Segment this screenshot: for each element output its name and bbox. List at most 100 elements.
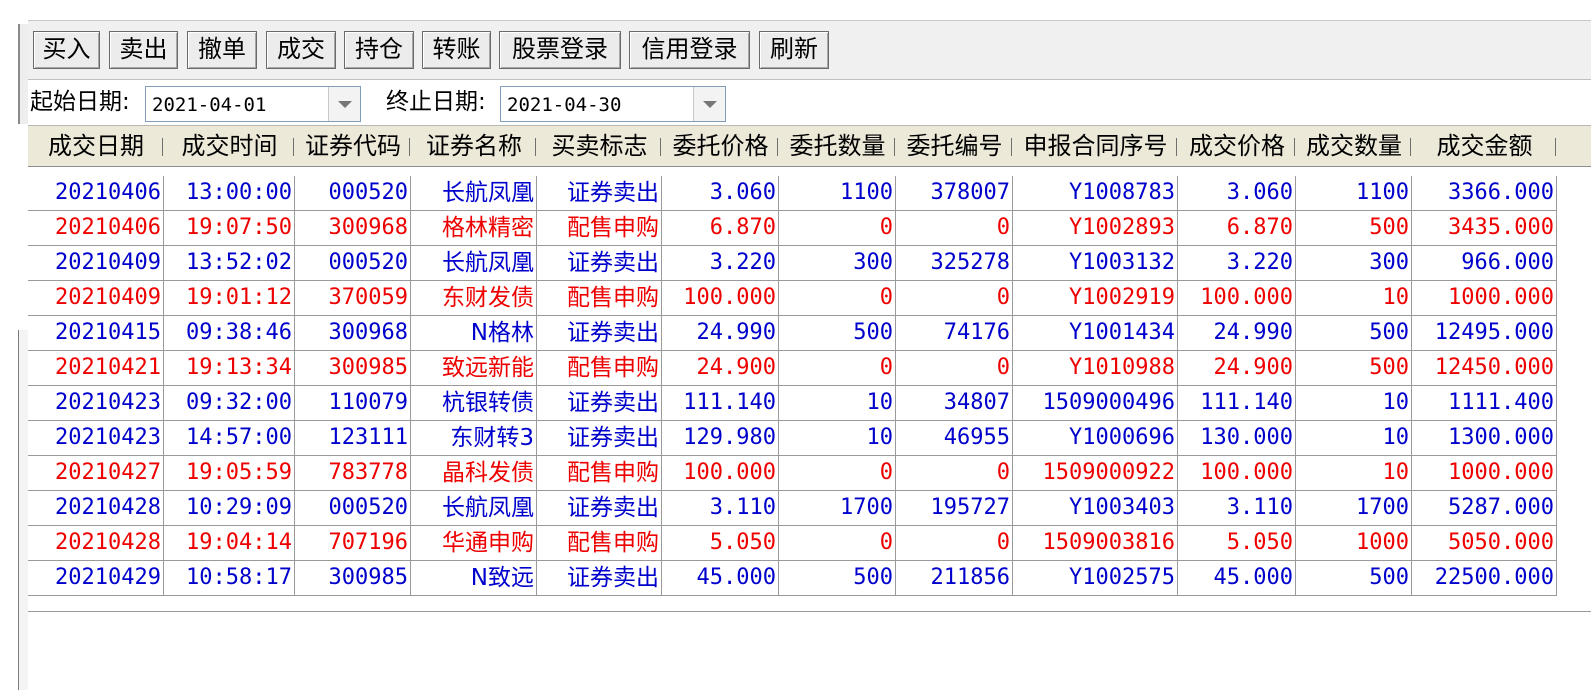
table-cell: 0 [896,456,1013,491]
start-date-label: 起始日期: [30,89,130,115]
column-header[interactable]: 委托编号 [896,126,1013,166]
column-header[interactable]: 成交金额 [1412,126,1557,166]
table-cell: 211856 [896,561,1013,596]
column-header[interactable]: 证券名称 [411,126,537,166]
table-row[interactable]: 20210427 19:05:59 783778 晶科发债 配售申购 100.000 0 0 1… [28,456,1591,491]
table-cell: 1509000496 [1013,386,1178,421]
table-cell: Y1008783 [1013,176,1178,211]
table-row[interactable]: 20210423 14:57:00 123111 东财转3 证券卖出 129.980 10 4… [28,421,1591,456]
table-row[interactable]: 20210429 10:58:17 300985 N致远 证券卖出 45.000 500 21… [28,561,1591,596]
column-header[interactable]: 委托价格 [662,126,779,166]
table-cell: 500 [1296,211,1412,246]
table-row[interactable]: 20210428 19:04:14 707196 华通申购 配售申购 5.050 0 0 150… [28,526,1591,561]
table-row[interactable]: 20210406 19:07:50 300968 格林精密 配售申购 6.870 0 0 Y10… [28,211,1591,246]
table-cell: 1509000922 [1013,456,1178,491]
table-cell: 1100 [779,176,896,211]
table-row[interactable]: 20210421 19:13:34 300985 致远新能 配售申购 24.900 0 0 Y1… [28,351,1591,386]
table-cell: 3.110 [1178,491,1296,526]
table-cell: 杭银转债 [411,386,537,421]
column-header[interactable]: 成交日期 [28,126,164,166]
table-cell: 20210423 [28,386,164,421]
end-date-picker[interactable]: 2021-04-30 [500,86,726,122]
table-cell: 13:00:00 [164,176,295,211]
table-cell: 6.870 [662,211,779,246]
table-cell: 配售申购 [537,281,662,316]
positions-button[interactable]: 持仓 [344,31,414,69]
table-cell: 20210423 [28,421,164,456]
toolbar: 买入 卖出 撤单 成交 持仓 转账 股票登录 信用登录 刷新 [28,21,1591,79]
table-cell: 14:57:00 [164,421,295,456]
table-cell: 0 [779,456,896,491]
table-cell: 000520 [295,246,411,281]
chevron-down-icon[interactable] [693,87,725,121]
table-cell: 3.060 [662,176,779,211]
column-header[interactable]: 买卖标志 [537,126,662,166]
credit-login-button[interactable]: 信用登录 [629,31,750,69]
table-row[interactable]: 20210406 13:00:00 000520 长航凤凰 证券卖出 3.060 1100 3… [28,176,1591,211]
table-cell: 0 [896,351,1013,386]
table-cell: 3366.000 [1412,176,1557,211]
table-cell: 5.050 [662,526,779,561]
table-cell: Y1002575 [1013,561,1178,596]
table-cell: Y1002893 [1013,211,1178,246]
table-cell: 长航凤凰 [411,176,537,211]
table-cell: 111.140 [662,386,779,421]
column-header[interactable]: 申报合同序号 [1013,126,1178,166]
table-cell: 74176 [896,316,1013,351]
table-cell: 10 [779,386,896,421]
table-cell: 12450.000 [1412,351,1557,386]
table-row[interactable]: 20210423 09:32:00 110079 杭银转债 证券卖出 111.140 10 3… [28,386,1591,421]
table-cell: 19:07:50 [164,211,295,246]
column-header[interactable]: 成交数量 [1296,126,1412,166]
table-cell: 500 [779,316,896,351]
table-cell: 22500.000 [1412,561,1557,596]
table-row[interactable]: 20210409 13:52:02 000520 长航凤凰 证券卖出 3.220 300 32… [28,246,1591,281]
table-cell: 500 [779,561,896,596]
table-cell: 20210406 [28,211,164,246]
table-cell: 3.220 [1178,246,1296,281]
column-header[interactable]: 成交价格 [1178,126,1296,166]
table-cell: 378007 [896,176,1013,211]
table-cell: 配售申购 [537,211,662,246]
column-header[interactable]: 证券代码 [295,126,411,166]
table-cell: 致远新能 [411,351,537,386]
end-date-value: 2021-04-30 [507,94,622,116]
table-cell: 24.990 [1178,316,1296,351]
table-cell: 325278 [896,246,1013,281]
cancel-order-button[interactable]: 撤单 [187,31,257,69]
table-cell: 19:04:14 [164,526,295,561]
table-cell: Y1002919 [1013,281,1178,316]
buy-button[interactable]: 买入 [33,31,100,69]
table-cell: 长航凤凰 [411,246,537,281]
table-row[interactable]: 20210415 09:38:46 300968 N格林 证券卖出 24.990 500 74… [28,316,1591,351]
sell-button[interactable]: 卖出 [109,31,178,69]
table-cell: N致远 [411,561,537,596]
stock-login-button[interactable]: 股票登录 [499,31,621,69]
table-cell: 证券卖出 [537,316,662,351]
table-cell: 09:32:00 [164,386,295,421]
table-cell: 1700 [1296,491,1412,526]
table-cell: 20210406 [28,176,164,211]
table-cell: 46955 [896,421,1013,456]
table-cell: 证券卖出 [537,491,662,526]
table-cell: 0 [779,526,896,561]
table-cell: 110079 [295,386,411,421]
table-row[interactable]: 20210409 19:01:12 370059 东财发债 配售申购 100.000 0 0 Y… [28,281,1591,316]
table-cell: 300985 [295,351,411,386]
table-cell: 证券卖出 [537,246,662,281]
table-cell: 111.140 [1178,386,1296,421]
chevron-down-icon[interactable] [328,87,360,121]
table-cell: 5050.000 [1412,526,1557,561]
table-cell: 000520 [295,491,411,526]
transfer-button[interactable]: 转账 [422,31,491,69]
column-header[interactable]: 委托数量 [779,126,896,166]
start-date-picker[interactable]: 2021-04-01 [145,86,361,122]
table-cell: 24.900 [662,351,779,386]
refresh-button[interactable]: 刷新 [759,31,829,69]
table-cell: 1000 [1296,526,1412,561]
table-row[interactable]: 20210428 10:29:09 000520 长航凤凰 证券卖出 3.110 1700 1… [28,491,1591,526]
column-header[interactable]: 成交时间 [164,126,295,166]
table-cell: 0 [896,281,1013,316]
filled-orders-button[interactable]: 成交 [266,31,336,69]
table-cell: 130.000 [1178,421,1296,456]
